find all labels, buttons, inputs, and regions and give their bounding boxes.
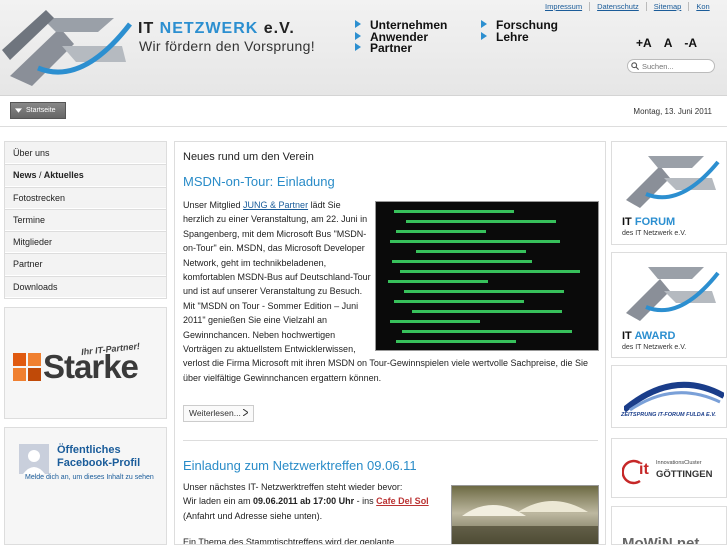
font-decrease-button[interactable]: -A [684, 36, 697, 50]
font-size-tools: +A A -A [636, 36, 697, 50]
article-text-part2: Unser Mitglied JUNG & Partner lädt Sie h… [183, 198, 601, 385]
startseite-label: Startseite [26, 107, 56, 114]
sidebar-item-news-aktuelles[interactable]: News / Aktuelles [5, 164, 166, 187]
site-header: IT NETZWERK e.V. Wir fördern den Vorspru… [0, 0, 727, 96]
mowin-banner[interactable]: MoWiN.net [611, 506, 727, 545]
breadcrumb-bar: Startseite Montag, 13. Juni 2011 [0, 97, 727, 127]
sidebar-label-news: News [13, 170, 37, 181]
goettingen-it-text: it [639, 461, 649, 478]
article-line: (Anfahrt und Adresse siehe unten). [183, 510, 323, 521]
partner-name: Starke [43, 348, 139, 385]
impressum-link[interactable]: Impressum [538, 2, 589, 11]
cafe-photo [451, 485, 599, 544]
mowin-label: MoWiN.net [622, 535, 700, 545]
sidebar-nav: Über uns News / Aktuelles Fotostrecken T… [4, 141, 167, 300]
article-title[interactable]: Einladung zum Netzwerktreffen 09.06.11 [183, 458, 417, 473]
search-input[interactable] [642, 61, 712, 71]
it-forum-banner[interactable]: IT FORUM des IT Netzwerk e.V. [611, 141, 727, 245]
org-name-suffix: e.V. [263, 20, 295, 37]
sidebar-item-termine[interactable]: Termine [5, 209, 166, 232]
zeitsprung-banner[interactable]: ZEITSPRUNG IT-FORUM FULDA E.V. [611, 365, 727, 428]
article-text: Wir laden ein am [183, 496, 251, 507]
section-title: Neues rund um den Verein [183, 151, 314, 163]
banner-accent: FORUM [634, 216, 676, 228]
sidebar-separator: / [39, 170, 42, 181]
sidebar-item-partner[interactable]: Partner [5, 253, 166, 276]
main-nav-col-1: Unternehmen Anwender Partner [355, 19, 447, 55]
banner-subtitle: des IT Netzwerk e.V. [622, 230, 687, 237]
startseite-button[interactable]: Startseite [10, 102, 66, 119]
sidebar-item-mitglieder[interactable]: Mitglieder [5, 231, 166, 254]
sidebar-item-fotostrecken[interactable]: Fotostrecken [5, 187, 166, 209]
goettingen-name: GÖTTINGEN [656, 469, 713, 480]
article-divider [183, 440, 598, 441]
cafe-del-sol-link[interactable]: Cafe Del Sol [376, 496, 429, 506]
article-line: Unser nächstes IT- Netzwerktreffen steht… [183, 482, 403, 492]
datenschutz-link[interactable]: Datenschutz [589, 2, 646, 11]
sitemap-link[interactable]: Sitemap [645, 2, 689, 11]
network-logo-icon[interactable] [2, 6, 132, 88]
network-logo-icon [626, 156, 720, 208]
sidebar-item-downloads[interactable]: Downloads [5, 276, 166, 299]
zeitsprung-label: ZEITSPRUNG IT-FORUM FULDA E.V. [621, 412, 716, 418]
read-more-label: Weiterlesen... [189, 408, 241, 418]
org-name-accent: NETZWERK [159, 20, 259, 37]
avatar-placeholder-icon [19, 444, 49, 474]
goettingen-cluster-text: InnovationsCluster [656, 460, 702, 466]
facebook-text[interactable]: Melde dich an, um dieses Inhalt zu sehen [25, 472, 160, 484]
chevron-right-icon [242, 408, 250, 417]
it-goettingen-banner[interactable]: it InnovationsCluster GÖTTINGEN [611, 438, 727, 498]
arrow-right-icon [355, 20, 361, 28]
main-content: Neues rund um den Verein MSDN-on-Tour: E… [174, 141, 606, 545]
facebook-widget: Öffentliches Facebook-Profil Melde dich … [4, 427, 167, 545]
arrow-right-icon [355, 31, 361, 40]
sidebar-label-aktuelles: Aktuelles [43, 170, 84, 181]
sidebar-item-ueber-uns[interactable]: Über uns [5, 142, 166, 165]
slogan: Wir fördern den Vorsprung! [139, 38, 315, 54]
nav-label: Partner [370, 41, 413, 55]
meeting-datetime: 09.06.2011 ab 17:00 Uhr [253, 496, 355, 507]
banner-caption: IT FORUM [622, 216, 675, 228]
nav-label: Lehre [496, 29, 529, 44]
banner-accent: AWARD [634, 330, 676, 342]
banner-prefix: IT [622, 330, 632, 342]
article-title[interactable]: MSDN-on-Tour: Einladung [183, 174, 335, 189]
arrow-right-icon [355, 43, 361, 51]
banner-caption: IT AWARD [622, 330, 675, 342]
facebook-title[interactable]: Öffentliches Facebook-Profil [57, 444, 157, 469]
read-more-button[interactable]: Weiterlesen... [183, 405, 255, 422]
chevron-down-icon [15, 108, 22, 113]
meta-links: Impressum Datenschutz Sitemap Kon [538, 2, 717, 11]
main-nav-col-2: Forschung Lehre [481, 19, 558, 44]
article-text: - ins [356, 496, 374, 507]
search-icon[interactable] [631, 62, 639, 70]
nav-item-lehre[interactable]: Lehre [481, 29, 558, 44]
article-line: Wir laden ein am 09.06.2011 ab 17:00 Uhr… [183, 494, 451, 508]
arrow-right-icon [481, 31, 487, 40]
current-date: Montag, 13. Juni 2011 [633, 107, 712, 116]
article-line: Ein Thema des Stammtischtreffens wird de… [183, 537, 395, 545]
org-name-prefix: IT [138, 20, 155, 37]
zeitsprung-logo-icon [624, 381, 724, 412]
nav-item-partner[interactable]: Partner [355, 41, 447, 55]
partner-ad-starke[interactable]: Ihr IT-Partner! Starke [4, 307, 167, 419]
organization-name: IT NETZWERK e.V. [138, 20, 295, 38]
article-text: Unser nächstes IT- Netzwerktreffen steht… [183, 480, 451, 545]
search-box [627, 59, 715, 73]
it-award-banner[interactable]: IT AWARD des IT Netzwerk e.V. [611, 252, 727, 358]
network-logo-icon [626, 267, 720, 321]
font-increase-button[interactable]: +A [636, 36, 652, 50]
banner-subtitle: des IT Netzwerk e.V. [622, 344, 687, 351]
font-reset-button[interactable]: A [664, 36, 673, 50]
banner-prefix: IT [622, 216, 632, 228]
starke-logo-icon [13, 353, 41, 381]
kontakt-link[interactable]: Kon [688, 2, 716, 11]
arrow-right-icon [481, 20, 487, 28]
